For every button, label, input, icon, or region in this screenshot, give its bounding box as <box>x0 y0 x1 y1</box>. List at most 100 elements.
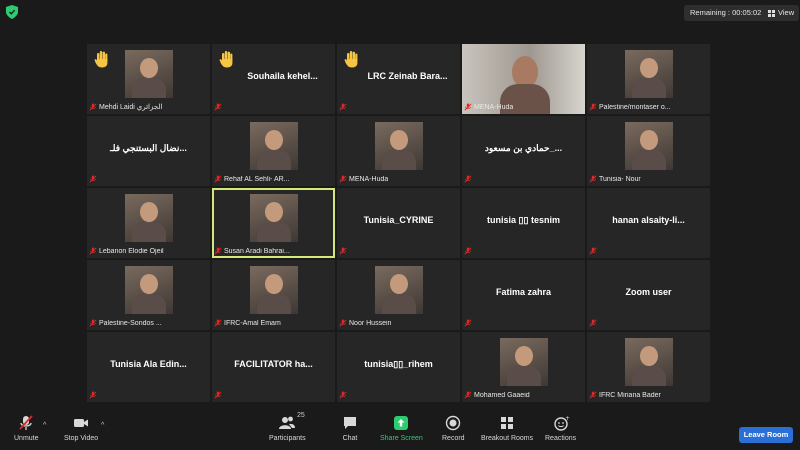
participant-tile[interactable]: tunisia▯▯_rihem <box>337 332 460 402</box>
participant-name-label: Tunisia- Nour <box>599 176 641 183</box>
participant-tile[interactable]: MENA-Huda <box>337 116 460 186</box>
smiley-icon: + <box>553 415 570 431</box>
participant-tile[interactable]: Souhaila kehel... <box>212 44 335 114</box>
unmute-button[interactable]: Unmute <box>14 414 39 442</box>
participant-tile[interactable]: Palestine/montaser o... <box>587 44 710 114</box>
participant-display-name: Fatima zahra <box>495 287 552 297</box>
view-button[interactable]: View <box>763 5 800 21</box>
participant-tile[interactable]: Susan Aradi Bahrai... <box>212 188 335 258</box>
participant-display-name: FACILITATOR ha... <box>234 359 313 369</box>
participant-tile[interactable]: نضال البستنجي فلـ... <box>87 116 210 186</box>
leave-room-button[interactable]: Leave Room <box>739 427 793 443</box>
muted-mic-icon <box>214 175 222 183</box>
muted-mic-icon <box>589 247 597 255</box>
record-icon <box>446 415 461 431</box>
participant-video <box>624 50 673 98</box>
participant-display-name: حمادي بن مسعود_... <box>484 143 563 153</box>
muted-mic-icon <box>214 391 222 399</box>
participant-tile[interactable]: Palestine-Sondos ... <box>87 260 210 330</box>
chat-label: Chat <box>342 435 358 442</box>
video-options-caret[interactable]: ^ <box>101 422 104 429</box>
breakout-rooms-button[interactable]: Breakout Rooms <box>481 414 533 442</box>
participant-video <box>124 50 173 98</box>
participant-video <box>374 266 423 314</box>
participant-tile[interactable]: Zoom user <box>587 260 710 330</box>
participant-tile[interactable]: tunisia ▯▯ tesnim <box>462 188 585 258</box>
participant-display-name: Tunisia Ala Edin... <box>110 359 187 369</box>
reactions-button[interactable]: + Reactions <box>545 414 576 442</box>
participant-tile[interactable]: hanan alsaity-li... <box>587 188 710 258</box>
participant-display-name: Tunisia_CYRINE <box>363 215 434 225</box>
muted-mic-icon <box>339 391 347 399</box>
participant-name-label: Noor Hussein <box>349 320 392 327</box>
participant-tile[interactable]: IFRC Miriana Bader <box>587 332 710 402</box>
muted-mic-icon <box>339 247 347 255</box>
chat-bubble-icon <box>344 417 356 429</box>
participant-video <box>249 194 298 242</box>
participant-tile[interactable]: Lebanon Elodie Ojeil <box>87 188 210 258</box>
muted-mic-icon <box>464 319 472 327</box>
participant-tile[interactable]: MENA-Huda <box>462 44 585 114</box>
participant-name-label: Lebanon Elodie Ojeil <box>99 248 164 255</box>
muted-mic-icon <box>339 319 347 327</box>
share-screen-label: Share Screen <box>380 435 423 442</box>
reactions-label: Reactions <box>545 435 577 442</box>
muted-mic-icon <box>464 247 472 255</box>
participant-name-label: Mehdi Laidi الجزائري <box>99 104 163 111</box>
participant-display-name: Zoom user <box>625 287 672 297</box>
participant-name-label: Palestine/montaser o... <box>599 104 671 111</box>
view-label: View <box>778 8 795 17</box>
participant-display-name: Souhaila kehel... <box>247 71 318 81</box>
muted-mic-icon <box>589 391 597 399</box>
muted-mic-icon <box>589 319 597 327</box>
participant-name-label: IFRC-Amal Emam <box>224 320 281 327</box>
participant-display-name: hanan alsaity-li... <box>612 215 685 225</box>
muted-mic-icon <box>464 103 472 111</box>
muted-mic-icon <box>89 247 97 255</box>
participant-grid: Mehdi Laidi الجزائري Souhaila kehel... LRC… <box>87 44 712 402</box>
muted-mic-icon <box>89 103 97 111</box>
participant-tile[interactable]: Tunisia_CYRINE <box>337 188 460 258</box>
participant-video <box>249 122 298 170</box>
participants-label: Participants <box>269 435 306 442</box>
shield-icon[interactable] <box>6 5 18 19</box>
participant-tile[interactable]: Noor Hussein <box>337 260 460 330</box>
participant-tile[interactable]: Rehaf AL Sehli- AR... <box>212 116 335 186</box>
muted-mic-icon <box>214 247 222 255</box>
participant-display-name: نضال البستنجي فلـ... <box>110 143 187 153</box>
participant-video <box>124 266 173 314</box>
participant-tile[interactable]: LRC Zeinab Bara... <box>337 44 460 114</box>
breakout-rooms-label: Breakout Rooms <box>481 435 534 442</box>
participant-name-label: Rehaf AL Sehli- AR... <box>224 176 290 183</box>
muted-mic-icon <box>464 391 472 399</box>
muted-mic-icon <box>214 319 222 327</box>
participant-tile[interactable]: IFRC-Amal Emam <box>212 260 335 330</box>
participant-video <box>124 194 173 242</box>
remaining-timer: Remaining : 00:05:02 <box>684 5 768 21</box>
muted-mic-icon <box>339 103 347 111</box>
stop-video-button[interactable]: Stop Video <box>64 414 98 442</box>
raised-hand-icon <box>219 51 233 68</box>
participant-tile[interactable]: Mohamed Gaaeid <box>462 332 585 402</box>
participant-video <box>624 338 673 386</box>
muted-mic-icon <box>589 175 597 183</box>
chat-button[interactable]: Chat <box>341 414 359 442</box>
audio-options-caret[interactable]: ^ <box>43 422 46 429</box>
participant-display-name: tunisia ▯▯ tesnim <box>487 215 560 225</box>
share-screen-button[interactable]: Share Screen <box>380 414 423 442</box>
participant-tile[interactable]: حمادي بن مسعود_... <box>462 116 585 186</box>
record-button[interactable]: Record <box>442 414 465 442</box>
participant-tile[interactable]: Mehdi Laidi الجزائري <box>87 44 210 114</box>
participant-tile[interactable]: Tunisia Ala Edin... <box>87 332 210 402</box>
participant-tile[interactable]: FACILITATOR ha... <box>212 332 335 402</box>
muted-mic-icon <box>589 103 597 111</box>
video-camera-icon <box>74 419 89 427</box>
participant-name-label: Susan Aradi Bahrai... <box>224 248 290 255</box>
participant-tile[interactable]: Fatima zahra <box>462 260 585 330</box>
meeting-toolbar: Unmute ^ Stop Video ^ Participants 25 Ch… <box>0 410 800 450</box>
top-bar: Remaining : 00:05:02 View <box>0 0 800 28</box>
participant-tile[interactable]: Tunisia- Nour <box>587 116 710 186</box>
raised-hand-icon <box>344 51 358 68</box>
participant-display-name: tunisia▯▯_rihem <box>364 359 433 369</box>
muted-mic-icon <box>464 175 472 183</box>
